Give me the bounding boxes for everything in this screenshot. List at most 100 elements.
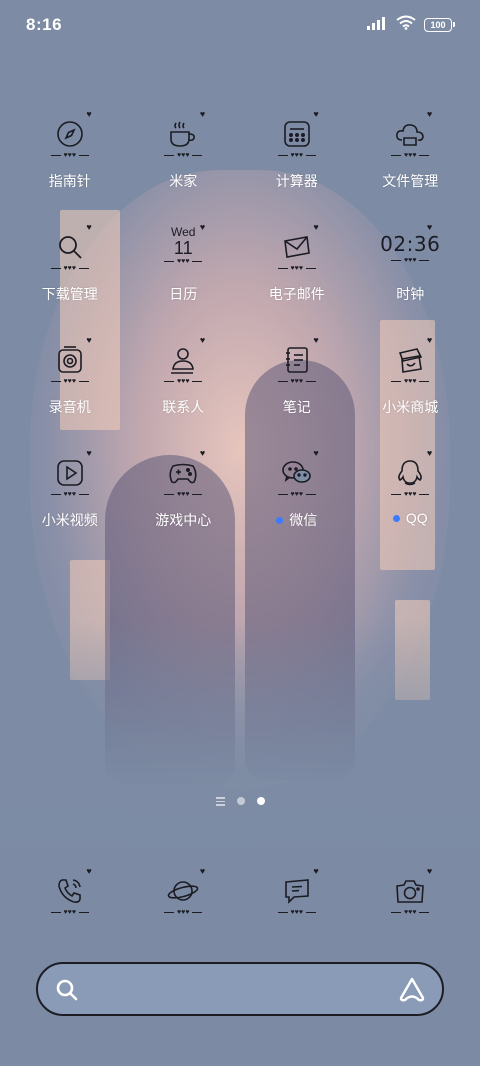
envelope-icon bbox=[280, 230, 314, 264]
search-icon[interactable] bbox=[54, 977, 80, 1008]
recorder-icon bbox=[53, 343, 87, 377]
heart-icon: ♥ bbox=[313, 448, 319, 458]
hearts-divider: ♥♥♥ bbox=[276, 378, 318, 385]
magnifier-icon bbox=[53, 230, 87, 264]
system-icons: 100 bbox=[366, 15, 455, 35]
app-label: 下载管理 bbox=[41, 286, 98, 302]
hearts-divider: ♥♥♥ bbox=[389, 152, 431, 159]
heart-icon: ♥ bbox=[86, 222, 92, 232]
app-label: 文件管理 bbox=[382, 173, 439, 189]
app-qq[interactable]: ♥ ♥♥♥ QQ bbox=[354, 444, 468, 557]
notebook-icon bbox=[280, 343, 314, 377]
camera-icon bbox=[393, 874, 427, 908]
clock-icon: 02:36 bbox=[380, 232, 441, 256]
calendar-icon: Wed 11 bbox=[171, 226, 195, 257]
heart-icon: ♥ bbox=[313, 335, 319, 345]
hearts-divider: ♥♥♥ bbox=[162, 909, 204, 916]
app-game-center[interactable]: ♥ ♥♥♥ 游戏中心 bbox=[127, 444, 241, 557]
app-label: QQ bbox=[405, 510, 428, 526]
wifi-icon bbox=[396, 15, 416, 35]
hearts-divider: ♥♥♥ bbox=[49, 378, 91, 385]
heart-icon: ♥ bbox=[86, 335, 92, 345]
app-wechat[interactable]: ♥ ♥♥♥ 微信 bbox=[240, 444, 354, 557]
heart-icon: ♥ bbox=[86, 109, 92, 119]
page-indicator-list-icon bbox=[215, 797, 225, 806]
hearts-divider: ♥♥♥ bbox=[49, 152, 91, 159]
hearts-divider: ♥♥♥ bbox=[162, 152, 204, 159]
app-mi-store[interactable]: ♥ ♥♥♥ 小米商城 bbox=[354, 331, 468, 444]
app-clock[interactable]: ♥ 02:36 ♥♥♥ 时钟 bbox=[354, 218, 468, 331]
app-downloads[interactable]: ♥ ♥♥♥ 下载管理 bbox=[13, 218, 127, 331]
heart-icon: ♥ bbox=[426, 448, 433, 458]
app-file-manager[interactable]: ♥ ♥♥♥ 文件管理 bbox=[354, 105, 468, 218]
dock-browser[interactable]: ♥ ♥♥♥ bbox=[127, 862, 241, 922]
calendar-day: 11 bbox=[173, 238, 193, 258]
hearts-divider: ♥♥♥ bbox=[49, 265, 91, 272]
app-label: 微信 bbox=[289, 512, 318, 528]
hearts-divider: ♥♥♥ bbox=[162, 378, 204, 385]
heart-icon: ♥ bbox=[86, 866, 92, 876]
app-contacts[interactable]: ♥ ♥♥♥ 联系人 bbox=[127, 331, 241, 444]
dock-messages[interactable]: ♥ ♥♥♥ bbox=[240, 862, 354, 922]
hearts-divider: ♥♥♥ bbox=[389, 909, 431, 916]
hearts-divider: ♥♥♥ bbox=[389, 257, 431, 264]
app-notes[interactable]: ♥ ♥♥♥ 笔记 bbox=[240, 331, 354, 444]
app-label: 笔记 bbox=[282, 399, 311, 415]
app-recorder[interactable]: ♥ ♥♥♥ 录音机 bbox=[13, 331, 127, 444]
planet-browser-icon bbox=[166, 874, 200, 908]
play-icon bbox=[53, 456, 87, 490]
app-label: 录音机 bbox=[48, 399, 91, 415]
search-input[interactable] bbox=[92, 974, 386, 1006]
battery-icon: 100 bbox=[424, 18, 455, 32]
page-indicator[interactable] bbox=[0, 797, 480, 806]
app-mi-video[interactable]: ♥ ♥♥♥ 小米视频 bbox=[13, 444, 127, 557]
heart-icon: ♥ bbox=[86, 448, 92, 458]
hearts-divider: ♥♥♥ bbox=[162, 491, 204, 498]
assistant-icon[interactable] bbox=[398, 976, 426, 1009]
wechat-icon bbox=[280, 456, 314, 490]
calculator-icon bbox=[280, 117, 314, 151]
compass-icon bbox=[53, 117, 87, 151]
cloud-folder-icon bbox=[393, 117, 427, 151]
contact-icon bbox=[166, 343, 200, 377]
app-calculator[interactable]: ♥ ♥♥♥ 计算器 bbox=[240, 105, 354, 218]
heart-icon: ♥ bbox=[199, 109, 206, 119]
page-dot-active bbox=[256, 797, 265, 806]
app-label: 时钟 bbox=[396, 286, 425, 302]
app-mijia[interactable]: ♥ ♥♥♥ 米家 bbox=[127, 105, 241, 218]
heart-icon: ♥ bbox=[313, 109, 319, 119]
app-label: 游戏中心 bbox=[155, 512, 212, 528]
hearts-divider: ♥♥♥ bbox=[162, 258, 204, 265]
app-calendar[interactable]: ♥ Wed 11 ♥♥♥ 日历 bbox=[127, 218, 241, 331]
app-label: 指南针 bbox=[48, 173, 91, 189]
heart-icon: ♥ bbox=[426, 335, 433, 345]
search-bar[interactable] bbox=[36, 962, 444, 1016]
hearts-divider: ♥♥♥ bbox=[389, 378, 431, 385]
calendar-weekday: Wed bbox=[171, 225, 196, 239]
app-label: 小米商城 bbox=[382, 399, 439, 415]
heart-icon: ♥ bbox=[199, 222, 206, 232]
app-email[interactable]: ♥ ♥♥♥ 电子邮件 bbox=[240, 218, 354, 331]
hearts-divider: ♥♥♥ bbox=[49, 909, 91, 916]
status-time: 8:16 bbox=[26, 15, 63, 34]
cup-icon bbox=[166, 117, 200, 151]
phone-icon bbox=[53, 874, 87, 908]
heart-icon: ♥ bbox=[199, 335, 206, 345]
heart-icon: ♥ bbox=[426, 222, 433, 232]
hearts-divider: ♥♥♥ bbox=[276, 909, 318, 916]
app-label-row: QQ bbox=[392, 510, 428, 526]
message-icon bbox=[280, 874, 314, 908]
status-bar: 8:16 100 bbox=[0, 0, 480, 52]
app-label: 米家 bbox=[169, 173, 198, 189]
dock-camera[interactable]: ♥ ♥♥♥ bbox=[354, 862, 468, 922]
page-dot bbox=[236, 797, 245, 806]
hearts-divider: ♥♥♥ bbox=[276, 152, 318, 159]
gamepad-icon bbox=[166, 456, 200, 490]
hearts-divider: ♥♥♥ bbox=[389, 491, 431, 498]
app-compass[interactable]: ♥ ♥♥♥ 指南针 bbox=[13, 105, 127, 218]
hearts-divider: ♥♥♥ bbox=[276, 491, 318, 498]
signal-icon bbox=[366, 16, 388, 35]
hearts-divider: ♥♥♥ bbox=[276, 265, 318, 272]
heart-icon: ♥ bbox=[313, 866, 319, 876]
dock-phone[interactable]: ♥ ♥♥♥ bbox=[13, 862, 127, 922]
